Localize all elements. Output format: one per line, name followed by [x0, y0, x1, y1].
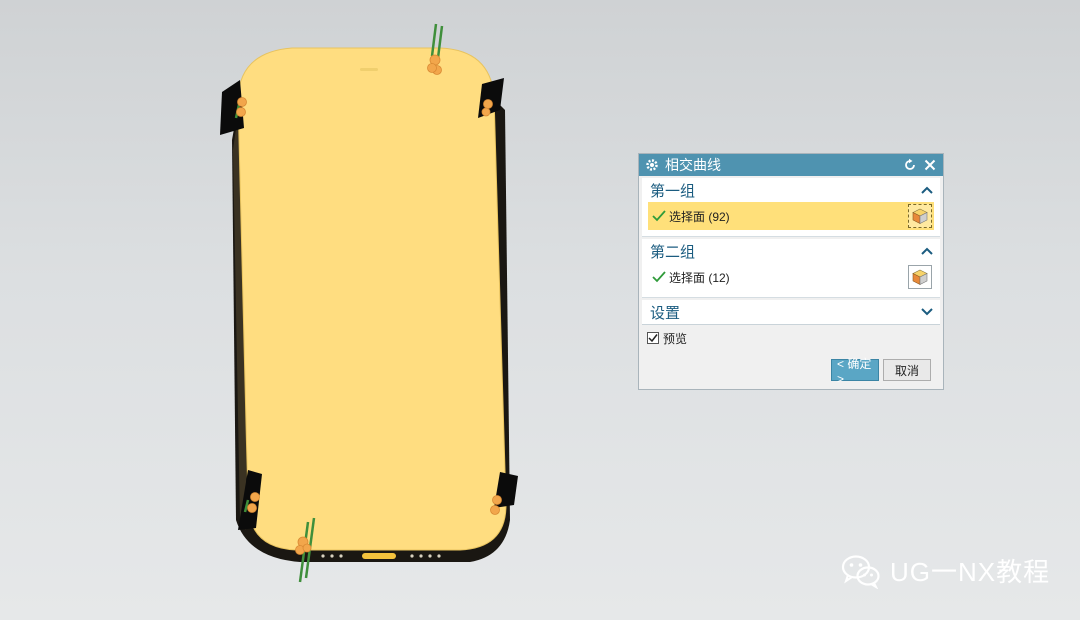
select-face-label-first: 选择面 (92) [669, 209, 730, 224]
group-settings-title: 设置 [650, 304, 681, 322]
check-icon [652, 210, 666, 222]
phone-charging-port [362, 553, 396, 559]
phone-top-face[interactable] [237, 47, 507, 551]
face-select-icon [912, 269, 928, 285]
face-select-button-second[interactable] [908, 265, 932, 289]
watermark-text: UG一NX教程 [890, 557, 1051, 587]
check-icon [648, 334, 658, 343]
intersection-curve-dialog: 相交曲线 第一组 选择面 (92) 第二组 选择面 (12) 设置 预览 < 确… [638, 153, 944, 390]
group-first-title: 第一组 [650, 182, 696, 200]
chevron-down-icon [921, 308, 933, 316]
group-first: 第一组 选择面 (92) [642, 178, 940, 237]
group-settings-header[interactable]: 设置 [642, 300, 940, 324]
select-face-row-first[interactable]: 选择面 (92) [648, 202, 934, 230]
face-select-icon [912, 208, 928, 224]
select-face-label-second: 选择面 (12) [669, 270, 730, 285]
dialog-titlebar[interactable]: 相交曲线 [639, 154, 943, 176]
close-icon[interactable] [923, 158, 937, 172]
group-first-header[interactable]: 第一组 [642, 178, 940, 202]
reset-icon[interactable] [903, 158, 917, 172]
group-second-header[interactable]: 第二组 [642, 239, 940, 263]
preview-checkbox[interactable] [647, 332, 659, 344]
preview-option: 预览 [639, 325, 943, 351]
chevron-up-icon [921, 247, 933, 255]
phone-earpiece [360, 68, 378, 71]
dialog-title: 相交曲线 [665, 157, 721, 173]
watermark: UG一NX教程 [840, 552, 1050, 589]
group-second: 第二组 选择面 (12) [642, 239, 940, 298]
select-face-row-second[interactable]: 选择面 (12) [648, 263, 934, 291]
gear-icon [646, 159, 658, 171]
group-second-title: 第二组 [650, 243, 696, 261]
chevron-up-icon [921, 186, 933, 194]
cancel-button[interactable]: 取消 [883, 359, 931, 381]
face-select-button-first[interactable] [908, 204, 932, 228]
ok-button[interactable]: < 确定 > [831, 357, 879, 386]
wechat-icon [841, 554, 880, 589]
group-settings: 设置 [642, 300, 940, 325]
preview-label: 预览 [663, 331, 688, 346]
dialog-buttons: < 确定 > 取消 [831, 357, 931, 386]
check-icon [652, 271, 666, 283]
